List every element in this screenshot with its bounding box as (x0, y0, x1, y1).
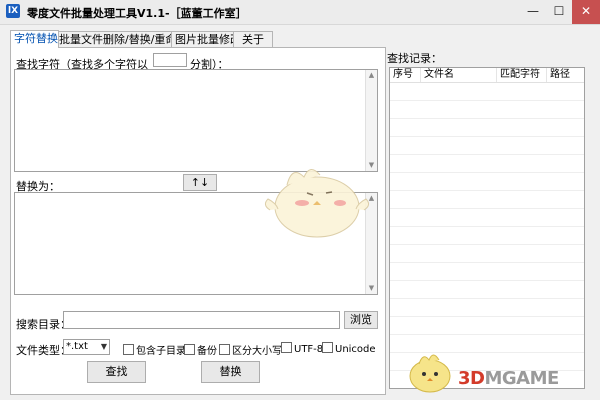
tab-image-batch[interactable]: 图片批量修改 (171, 31, 241, 47)
mascot-illustration (264, 169, 370, 238)
backup-checkbox[interactable]: 备份 (184, 342, 217, 357)
tab-char-replace[interactable]: 字符替换 (10, 30, 59, 48)
grid-line (390, 172, 584, 173)
checkbox-box[interactable] (219, 344, 230, 355)
checkbox-box[interactable] (184, 344, 195, 355)
file-type-value: *.txt (66, 341, 88, 352)
swap-button[interactable]: ↑↓ (183, 174, 217, 191)
grid-line (390, 226, 584, 227)
column-header-match[interactable]: 匹配字符 (497, 68, 547, 82)
results-table-header: 序号 文件名 匹配字符 路径 (390, 68, 584, 83)
case-sensitive-label: 区分大小写 (232, 346, 282, 357)
results-title: 查找记录： (387, 52, 442, 65)
grid-line (390, 316, 584, 317)
window-title: 零度文件批量处理工具V1.1-［蓝董工作室］ (27, 7, 247, 20)
app-icon: lX (6, 4, 20, 18)
replace-button[interactable]: 替换 (201, 361, 260, 383)
separator-input[interactable] (153, 53, 187, 67)
utf8-label: UTF-8 (294, 344, 324, 355)
case-sensitive-checkbox[interactable]: 区分大小写 (219, 342, 282, 357)
grid-line (390, 190, 584, 191)
checkbox-box[interactable] (281, 342, 292, 353)
chevron-down-icon: ▼ (100, 342, 107, 351)
results-table[interactable]: 序号 文件名 匹配字符 路径 (389, 67, 585, 389)
maximize-button[interactable]: ☐ (546, 0, 572, 24)
grid-line (390, 334, 584, 335)
watermark-logo: 3DMGAME (458, 368, 559, 389)
tab-batch-file[interactable]: 批量文件删除/替换/重命名 (55, 31, 187, 47)
watermark-mascot (409, 354, 451, 393)
include-subdirs-checkbox[interactable]: 包含子目录 (123, 342, 186, 357)
tab-about[interactable]: 关于 (233, 31, 273, 47)
column-header-filename[interactable]: 文件名 (421, 68, 497, 82)
grid-line (390, 208, 584, 209)
scroll-down-icon[interactable]: ▼ (367, 284, 376, 293)
grid-line (390, 136, 584, 137)
file-type-select[interactable]: *.txt ▼ (63, 339, 110, 355)
grid-line (390, 262, 584, 263)
utf8-checkbox[interactable]: UTF-8 (281, 342, 323, 355)
unicode-checkbox[interactable]: Unicode (322, 342, 376, 355)
browse-button[interactable]: 浏览 (344, 311, 378, 329)
unicode-label: Unicode (335, 344, 376, 355)
scroll-up-icon[interactable]: ▲ (367, 71, 376, 80)
grid-line (390, 154, 584, 155)
search-dir-input[interactable] (63, 311, 340, 329)
checkbox-box[interactable] (123, 344, 134, 355)
title-bar: lX 零度文件批量处理工具V1.1-［蓝董工作室］ — ☐ ✕ (0, 0, 600, 25)
find-button[interactable]: 查找 (87, 361, 146, 383)
close-button[interactable]: ✕ (572, 0, 600, 24)
minimize-button[interactable]: — (520, 0, 546, 24)
grid-line (390, 100, 584, 101)
watermark-text: MGAME (484, 368, 559, 389)
column-header-index[interactable]: 序号 (390, 68, 421, 82)
grid-line (390, 298, 584, 299)
grid-line (390, 280, 584, 281)
watermark-prefix: 3D (458, 368, 485, 389)
grid-line (390, 244, 584, 245)
checkbox-box[interactable] (322, 342, 333, 353)
backup-label: 备份 (197, 346, 217, 357)
column-header-path[interactable]: 路径 (547, 68, 584, 82)
grid-line (390, 118, 584, 119)
include-subdirs-label: 包含子目录 (136, 346, 186, 357)
